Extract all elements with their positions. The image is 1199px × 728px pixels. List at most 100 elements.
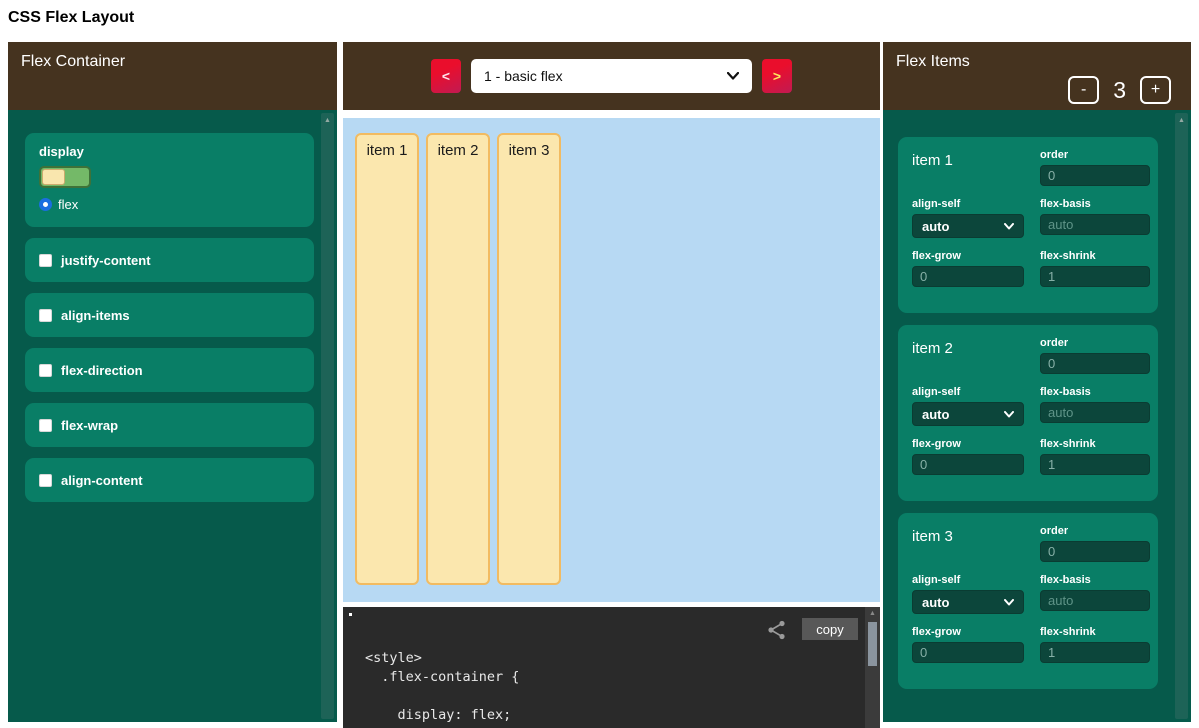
checkbox-icon[interactable] <box>39 309 52 322</box>
flex-shrink-field: flex-shrink <box>1040 250 1150 287</box>
flex-grow-label: flex-grow <box>912 250 1024 262</box>
item-card-title: item 1 <box>912 149 1024 186</box>
align-self-value: auto <box>922 595 949 610</box>
checkbox-icon[interactable] <box>39 254 52 267</box>
order-field: order <box>1040 337 1150 374</box>
prev-preset-button[interactable]: < <box>431 59 461 93</box>
order-input[interactable] <box>1040 165 1150 186</box>
flex-basis-field: flex-basis <box>1040 574 1150 614</box>
flex-shrink-input[interactable] <box>1040 454 1150 475</box>
checkbox-icon[interactable] <box>39 364 52 377</box>
flex-grow-label: flex-grow <box>912 438 1024 450</box>
property-card-align-items[interactable]: align-items <box>25 293 314 337</box>
flex-grow-input[interactable] <box>912 266 1024 287</box>
flex-grow-input[interactable] <box>912 642 1024 663</box>
align-self-select[interactable]: auto <box>912 402 1024 426</box>
flex-basis-input[interactable] <box>1040 402 1150 423</box>
flex-grow-field: flex-grow <box>912 250 1024 287</box>
flex-shrink-input[interactable] <box>1040 266 1150 287</box>
flex-preview-container: item 1 item 2 item 3 <box>343 118 880 602</box>
preset-select[interactable]: 1 - basic flex <box>471 59 752 93</box>
flex-grow-label: flex-grow <box>912 626 1024 638</box>
remove-item-button[interactable]: - <box>1068 76 1099 104</box>
property-card-flex-direction[interactable]: flex-direction <box>25 348 314 392</box>
property-label: align-content <box>61 473 143 488</box>
flex-shrink-field: flex-shrink <box>1040 626 1150 663</box>
align-self-label: align-self <box>912 574 1024 586</box>
flex-basis-field: flex-basis <box>1040 386 1150 426</box>
flex-basis-input[interactable] <box>1040 590 1150 611</box>
scroll-up-icon[interactable]: ▲ <box>1175 113 1188 124</box>
flex-basis-label: flex-basis <box>1040 386 1150 398</box>
toggle-knob-icon <box>42 169 65 185</box>
order-input[interactable] <box>1040 541 1150 562</box>
page-title: CSS Flex Layout <box>8 9 134 27</box>
copy-button[interactable]: copy <box>802 618 858 640</box>
flex-grow-field: flex-grow <box>912 626 1024 663</box>
order-label: order <box>1040 337 1150 349</box>
item-card-title: item 3 <box>912 525 1024 562</box>
scroll-up-icon[interactable]: ▲ <box>865 607 880 617</box>
flex-basis-input[interactable] <box>1040 214 1150 235</box>
flex-container-header: Flex Container <box>8 42 337 110</box>
property-label: align-items <box>61 308 130 323</box>
preview-flex-item-1: item 1 <box>355 133 419 585</box>
item-2-card: item 2 order align-self auto flex-basis … <box>898 325 1158 501</box>
preset-select-value: 1 - basic flex <box>484 68 563 84</box>
flex-basis-label: flex-basis <box>1040 198 1150 210</box>
code-panel: copy <style> .flex-container { display: … <box>343 607 880 728</box>
align-self-label: align-self <box>912 198 1024 210</box>
flex-items-body: item 1 order align-self auto flex-basis … <box>883 110 1191 722</box>
item-1-card: item 1 order align-self auto flex-basis … <box>898 137 1158 313</box>
preview-flex-item-3: item 3 <box>497 133 561 585</box>
flex-container-title: Flex Container <box>8 42 337 71</box>
right-panel-scrollbar[interactable]: ▲ <box>1175 113 1188 719</box>
scrollbar-thumb[interactable] <box>868 622 877 666</box>
add-item-button[interactable]: + <box>1140 76 1171 104</box>
scroll-up-icon[interactable]: ▲ <box>321 113 334 124</box>
item-count-control: - 3 + <box>1068 76 1171 104</box>
display-flex-radio-label: flex <box>58 197 78 212</box>
property-label: justify-content <box>61 253 151 268</box>
preset-bar: < 1 - basic flex > <box>343 42 880 110</box>
align-self-field: align-self auto <box>912 574 1024 614</box>
code-panel-scrollbar[interactable]: ▲ <box>865 607 880 728</box>
flex-shrink-input[interactable] <box>1040 642 1150 663</box>
order-label: order <box>1040 149 1150 161</box>
chevron-down-icon <box>1004 411 1014 418</box>
align-self-select[interactable]: auto <box>912 590 1024 614</box>
left-panel-scrollbar[interactable]: ▲ <box>321 113 334 719</box>
flex-shrink-field: flex-shrink <box>1040 438 1150 475</box>
item-card-title: item 2 <box>912 337 1024 374</box>
preview-flex-item-2: item 2 <box>426 133 490 585</box>
align-self-select[interactable]: auto <box>912 214 1024 238</box>
chevron-down-icon <box>727 72 739 80</box>
order-input[interactable] <box>1040 353 1150 374</box>
display-toggle[interactable] <box>39 166 91 188</box>
display-flex-radio-row[interactable]: flex <box>39 197 300 212</box>
align-self-value: auto <box>922 407 949 422</box>
align-self-field: align-self auto <box>912 198 1024 238</box>
order-field: order <box>1040 149 1150 186</box>
chevron-down-icon <box>1004 599 1014 606</box>
property-card-align-content[interactable]: align-content <box>25 458 314 502</box>
property-card-justify-content[interactable]: justify-content <box>25 238 314 282</box>
radio-selected-icon[interactable] <box>39 198 52 211</box>
css-code-text: <style> .flex-container { display: flex; <box>343 607 880 725</box>
next-preset-button[interactable]: > <box>762 59 792 93</box>
order-field: order <box>1040 525 1150 562</box>
checkbox-icon[interactable] <box>39 474 52 487</box>
checkbox-icon[interactable] <box>39 419 52 432</box>
item-count: 3 <box>1113 77 1126 104</box>
flex-grow-field: flex-grow <box>912 438 1024 475</box>
share-icon[interactable] <box>766 619 788 641</box>
item-3-card: item 3 order align-self auto flex-basis … <box>898 513 1158 689</box>
flex-shrink-label: flex-shrink <box>1040 438 1150 450</box>
flex-basis-label: flex-basis <box>1040 574 1150 586</box>
property-card-flex-wrap[interactable]: flex-wrap <box>25 403 314 447</box>
align-self-value: auto <box>922 219 949 234</box>
flex-container-panel: Flex Container display flex justify-cont… <box>8 42 337 722</box>
flex-basis-field: flex-basis <box>1040 198 1150 238</box>
flex-grow-input[interactable] <box>912 454 1024 475</box>
flex-items-title: Flex Items <box>883 42 1191 71</box>
